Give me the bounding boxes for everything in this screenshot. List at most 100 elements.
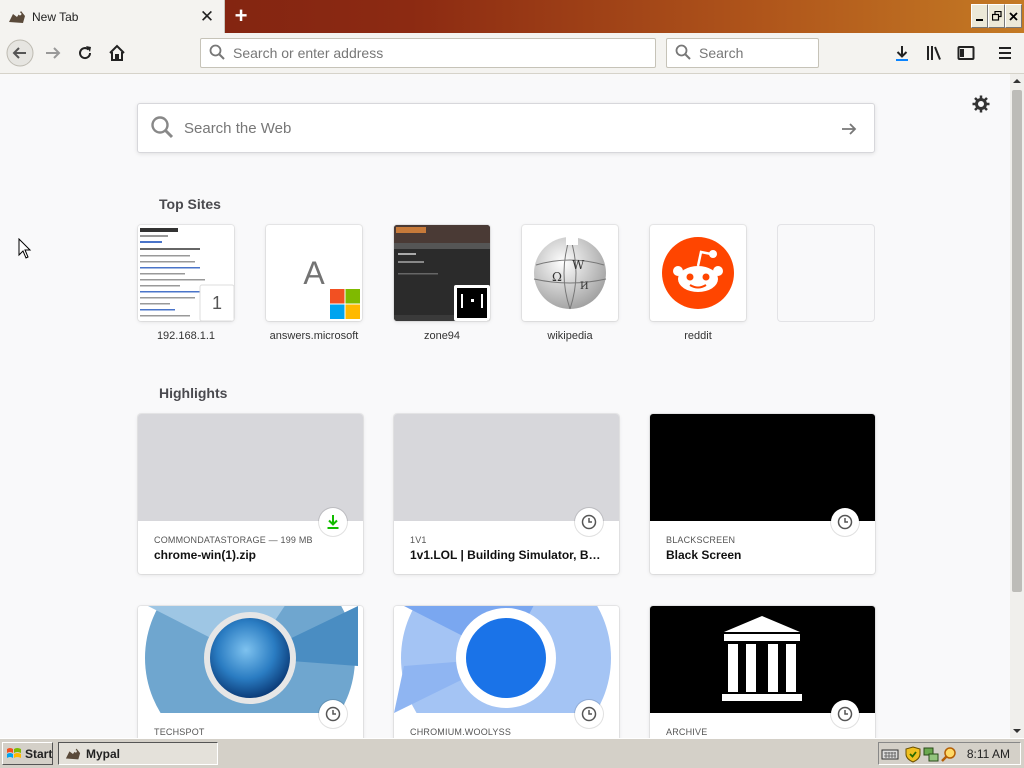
vertical-scrollbar[interactable]	[1010, 74, 1024, 738]
card-thumbnail	[394, 414, 619, 521]
wikipedia-globe-icon: Ω W И	[522, 225, 618, 321]
gear-icon[interactable]	[971, 94, 991, 114]
top-sites-heading: Top Sites	[159, 196, 221, 212]
site-thumbnail: Ω W И	[522, 225, 618, 321]
start-button[interactable]: Start	[2, 742, 53, 765]
windows-flag-icon	[6, 747, 22, 761]
card-title: chrome-win(1).zip	[154, 548, 257, 562]
sidebar-button[interactable]	[952, 39, 980, 67]
taskbar-clock: 8:11 AM	[966, 747, 1010, 761]
top-site-zone94[interactable]: zone94	[394, 225, 490, 342]
search-input[interactable]	[699, 45, 809, 61]
site-badge: 1	[211, 292, 222, 313]
card-source: ARCHIVE	[666, 727, 708, 737]
forward-button[interactable]	[39, 39, 67, 67]
site-label: 192.168.1.1	[156, 330, 216, 342]
restore-button[interactable]	[988, 4, 1005, 28]
back-button[interactable]	[6, 39, 34, 67]
close-window-button[interactable]	[1005, 4, 1022, 28]
search-icon	[209, 44, 225, 63]
highlight-card[interactable]: 1V1 1v1.LOL | Building Simulator, Battle…	[394, 414, 619, 574]
keyboard-icon[interactable]	[881, 747, 899, 761]
clock-icon	[575, 700, 603, 728]
card-source: 1V1	[410, 535, 427, 545]
clock-icon	[831, 508, 859, 536]
site-label: wikipedia	[547, 330, 593, 342]
clock-icon	[575, 508, 603, 536]
scroll-up-arrow-icon[interactable]	[1010, 74, 1024, 88]
home-button[interactable]	[103, 39, 131, 67]
top-site-reddit[interactable]: reddit	[650, 225, 746, 342]
download-icon	[319, 508, 347, 536]
highlight-card[interactable]: BLACKSCREEN Black Screen	[650, 414, 875, 574]
site-thumbnail: A	[266, 225, 362, 321]
taskbar-app-label: Mypal	[86, 746, 121, 761]
reddit-logo-icon	[650, 225, 746, 321]
mouse-cursor-icon	[18, 237, 32, 263]
highlight-card[interactable]: TECHSPOT	[138, 606, 363, 738]
mypal-logo-icon	[8, 8, 26, 26]
library-button[interactable]	[920, 39, 948, 67]
new-tab-button[interactable]: +	[228, 3, 254, 29]
nav-toolbar	[0, 33, 1024, 74]
taskbar-app-mypal[interactable]: Mypal	[58, 742, 218, 765]
card-title: Black Screen	[666, 548, 742, 562]
scrollbar-thumb[interactable]	[1012, 90, 1022, 592]
start-label: Start	[25, 746, 53, 761]
minimize-button[interactable]	[971, 4, 988, 28]
top-site-router[interactable]: 1 192.168.1.1	[138, 225, 234, 342]
mypal-logo-icon	[65, 746, 81, 762]
clock-icon	[319, 700, 347, 728]
site-thumbnail: 1	[138, 225, 234, 321]
card-title: 1v1.LOL | Building Simulator, Battle Roy…	[410, 548, 605, 562]
new-tab-page: Top Sites 1	[0, 74, 1010, 738]
site-label: reddit	[684, 330, 712, 342]
tab-strip: New Tab ✕ +	[0, 0, 1024, 33]
card-thumbnail	[138, 414, 363, 521]
top-site-wikipedia[interactable]: Ω W И wikipedia	[522, 225, 618, 342]
tab-new-tab[interactable]: New Tab ✕	[0, 0, 225, 33]
highlight-card[interactable]: CHROMIUM.WOOLYSS	[394, 606, 619, 738]
highlights-heading: Highlights	[159, 385, 228, 401]
card-thumbnail	[394, 606, 619, 738]
scroll-down-arrow-icon[interactable]	[1010, 724, 1024, 738]
site-thumbnail	[650, 225, 746, 321]
site-label: answers.microsoft	[269, 330, 359, 342]
svg-text:И: И	[580, 281, 589, 292]
search-icon	[150, 115, 174, 142]
web-search-input[interactable]	[184, 119, 824, 137]
taskbar: Start Mypal 8:11 AM	[0, 738, 1024, 768]
top-site-empty-slot	[778, 225, 874, 330]
close-tab-icon[interactable]: ✕	[196, 6, 218, 28]
shield-icon[interactable]	[905, 746, 921, 763]
site-thumbnail	[394, 225, 490, 321]
card-thumbnail	[138, 606, 363, 738]
network-icon[interactable]	[923, 746, 939, 763]
card-source: BLACKSCREEN	[666, 535, 736, 545]
card-thumbnail	[650, 414, 875, 521]
highlight-card[interactable]: ARCHIVE	[650, 606, 875, 738]
svg-text:W: W	[572, 258, 585, 272]
system-tray: 8:11 AM	[878, 742, 1021, 765]
top-site-answers-microsoft[interactable]: A answers.microsoft	[266, 225, 362, 342]
empty-site-placeholder	[778, 225, 874, 321]
url-bar[interactable]	[200, 38, 656, 68]
tab-title: New Tab	[32, 9, 79, 24]
microsoft-logo-icon	[327, 286, 362, 321]
highlight-card[interactable]: COMMONDATASTORAGE — 199 MB chrome-win(1)…	[138, 414, 363, 574]
search-icon	[675, 44, 691, 63]
clock-icon	[831, 700, 859, 728]
card-source: TECHSPOT	[154, 727, 205, 737]
search-bar[interactable]	[666, 38, 819, 68]
svg-text:Ω: Ω	[552, 270, 562, 284]
reload-button[interactable]	[71, 39, 99, 67]
arrow-right-icon[interactable]	[838, 118, 860, 140]
card-source: COMMONDATASTORAGE — 199 MB	[154, 535, 313, 545]
downloads-button[interactable]	[888, 39, 916, 67]
web-search-box[interactable]	[137, 103, 875, 153]
url-input[interactable]	[233, 45, 613, 61]
card-thumbnail	[650, 606, 875, 713]
menu-button[interactable]	[991, 39, 1019, 67]
magnifier-icon[interactable]	[941, 746, 957, 763]
card-source: CHROMIUM.WOOLYSS	[410, 727, 512, 737]
